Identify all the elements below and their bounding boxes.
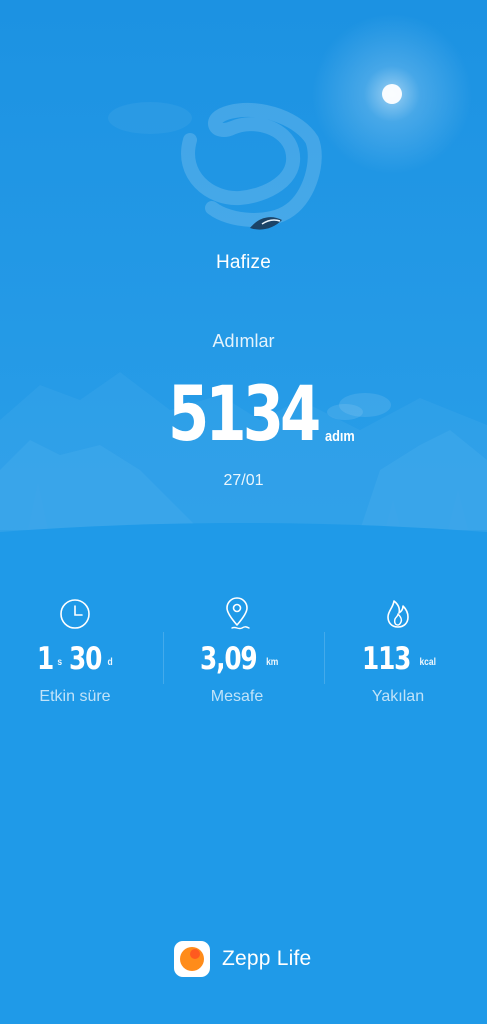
user-name[interactable]: Hafize <box>0 252 487 274</box>
distance-label: Mesafe <box>210 688 264 705</box>
distance-value: 3,09 km <box>162 638 312 678</box>
steps-summary[interactable]: 5134 adım <box>0 366 487 466</box>
calories-unit: kcal <box>419 657 437 668</box>
clock-icon <box>60 599 90 629</box>
steps-unit: adım <box>325 428 355 445</box>
calories-label: Yakılan <box>371 688 425 705</box>
app-branding: Zepp Life <box>174 940 311 978</box>
location-pin-icon <box>226 597 250 630</box>
stat-calories[interactable]: 113 kcal Yakılan <box>323 596 473 716</box>
active-minutes-unit: d <box>107 657 113 668</box>
distance-unit: km <box>266 657 279 668</box>
active-time-value: 1 s 30 d <box>0 638 150 678</box>
steps-date: 27/01 <box>223 472 264 489</box>
stat-active-time[interactable]: 1 s 30 d Etkin süre <box>0 596 150 716</box>
sun-icon <box>382 84 402 104</box>
distance-number: 3,09 <box>199 641 258 677</box>
active-hours: 1 <box>37 641 54 677</box>
calories-value: 113 kcal <box>323 638 473 678</box>
active-hours-unit: s <box>57 657 63 668</box>
app-name: Zepp Life <box>222 947 312 970</box>
active-time-label: Etkin süre <box>39 688 111 705</box>
flame-icon <box>387 600 409 628</box>
stat-distance[interactable]: 3,09 km Mesafe <box>162 596 312 716</box>
active-minutes: 30 <box>68 641 102 677</box>
zepp-life-logo-icon <box>174 941 210 977</box>
steps-label: Adımlar <box>212 331 275 351</box>
calories-number: 113 <box>362 641 411 677</box>
steps-value: 5134 <box>168 369 321 458</box>
